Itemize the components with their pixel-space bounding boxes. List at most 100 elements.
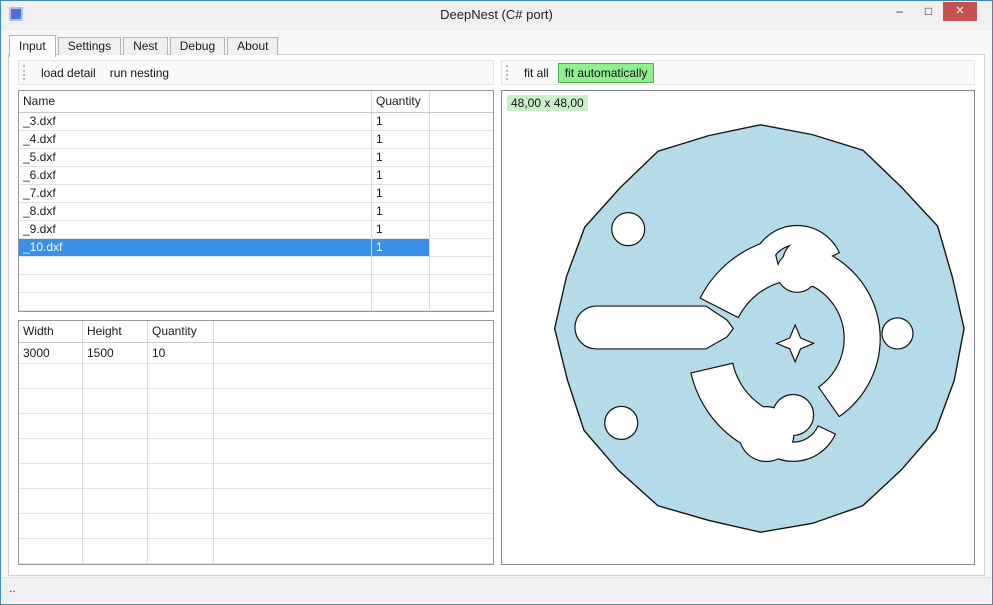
sheets-table-empty-row[interactable]: [19, 489, 493, 514]
sheets-header-height[interactable]: Height: [83, 321, 148, 342]
sheets-table-empty-row[interactable]: [19, 439, 493, 464]
cell-c-fill: [430, 311, 493, 312]
cell-s-h: [83, 514, 148, 538]
cell-s-h: [83, 389, 148, 413]
sheets-table-empty-row[interactable]: [19, 539, 493, 564]
sheets-table-empty-row[interactable]: [19, 414, 493, 439]
parts-table: Name Quantity _3.dxf1_4.dxf1_5.dxf1_6.dx…: [18, 90, 494, 312]
fit-all-button[interactable]: fit all: [517, 63, 556, 83]
parts-table-empty-row[interactable]: [19, 275, 493, 293]
cell-c-qty: 1: [372, 131, 430, 148]
parts-table-row[interactable]: _5.dxf1: [19, 149, 493, 167]
cell-s-h: [83, 414, 148, 438]
cell-c-name: _7.dxf: [19, 185, 372, 202]
cell-s-w: [19, 539, 83, 563]
cell-c-fill: [214, 514, 493, 538]
cell-s-h: [83, 564, 148, 565]
parts-table-row[interactable]: _9.dxf1: [19, 221, 493, 239]
cell-s-w: [19, 464, 83, 488]
parts-table-row[interactable]: _4.dxf1: [19, 131, 493, 149]
cell-c-fill: [430, 149, 493, 166]
left-toolbar: load detail run nesting: [18, 60, 494, 85]
cell-c-fill: [430, 167, 493, 184]
parts-table-row[interactable]: _8.dxf1: [19, 203, 493, 221]
cell-c-fill: [430, 239, 493, 256]
cell-c-name: [19, 293, 372, 310]
left-pane: load detail run nesting Name Quantity _3…: [18, 60, 494, 567]
tab-nest[interactable]: Nest: [123, 37, 168, 55]
cell-c-fill: [214, 439, 493, 463]
parts-header-filler: [430, 91, 493, 112]
cell-s-h: [83, 439, 148, 463]
parts-table-row[interactable]: _6.dxf1: [19, 167, 493, 185]
tab-about[interactable]: About: [227, 37, 278, 55]
minimize-button[interactable]: –: [885, 2, 914, 21]
parts-table-empty-row[interactable]: [19, 257, 493, 275]
cell-c-fill: [430, 293, 493, 310]
right-toolbar: fit all fit automatically: [501, 60, 975, 85]
parts-table-body: _3.dxf1_4.dxf1_5.dxf1_6.dxf1_7.dxf1_8.dx…: [19, 113, 493, 312]
cell-c-qty: 1: [372, 113, 430, 130]
cell-s-q: [148, 464, 214, 488]
parts-table-row[interactable]: _10.dxf1: [19, 239, 493, 257]
sheets-table-body: 3000150010: [19, 343, 493, 565]
cell-c-name: _5.dxf: [19, 149, 372, 166]
parts-header-quantity[interactable]: Quantity: [372, 91, 430, 112]
cell-s-h: [83, 539, 148, 563]
cell-s-w: [19, 414, 83, 438]
sheets-table-empty-row[interactable]: [19, 564, 493, 565]
cell-c-name: _10.dxf: [19, 239, 372, 256]
cell-c-fill: [214, 414, 493, 438]
cell-c-qty: 1: [372, 203, 430, 220]
cell-c-name: _3.dxf: [19, 113, 372, 130]
sheets-table-empty-row[interactable]: [19, 389, 493, 414]
cell-c-name: [19, 311, 372, 312]
sheets-table-header: Width Height Quantity: [19, 321, 493, 343]
cell-s-w: [19, 514, 83, 538]
cell-c-fill: [430, 203, 493, 220]
parts-table-empty-row[interactable]: [19, 311, 493, 312]
sheets-table-empty-row[interactable]: [19, 514, 493, 539]
preview-canvas[interactable]: 48,00 x 48,00: [501, 90, 975, 565]
cell-s-w: [19, 439, 83, 463]
maximize-button[interactable]: □: [914, 2, 943, 21]
tab-input[interactable]: Input: [9, 35, 56, 57]
close-button[interactable]: ✕: [943, 2, 977, 21]
sheets-header-quantity[interactable]: Quantity: [148, 321, 214, 342]
cell-c-name: _9.dxf: [19, 221, 372, 238]
window-title: DeepNest (C# port): [1, 7, 992, 22]
cell-s-q: [148, 514, 214, 538]
sheets-header-width[interactable]: Width: [19, 321, 83, 342]
cell-c-qty: [372, 293, 430, 310]
load-detail-button[interactable]: load detail: [34, 63, 103, 83]
cell-s-q: [148, 364, 214, 388]
cell-c-fill: [214, 364, 493, 388]
status-text: ..: [2, 578, 991, 598]
part-preview-svg: [502, 91, 974, 564]
fit-automatically-button[interactable]: fit automatically: [558, 63, 655, 83]
sheets-table-empty-row[interactable]: [19, 464, 493, 489]
cell-c-qty: 1: [372, 221, 430, 238]
tab-settings[interactable]: Settings: [58, 37, 121, 55]
toolbar-grip-icon: [23, 65, 28, 80]
sheets-table-empty-row[interactable]: [19, 364, 493, 389]
parts-header-name[interactable]: Name: [19, 91, 372, 112]
parts-table-row[interactable]: _3.dxf1: [19, 113, 493, 131]
sheet-dimension-label: 48,00 x 48,00: [507, 95, 588, 111]
right-pane: fit all fit automatically: [501, 60, 975, 567]
cell-c-fill: [214, 489, 493, 513]
cell-c-qty: 1: [372, 167, 430, 184]
tab-debug[interactable]: Debug: [170, 37, 225, 55]
cell-c-fill: [430, 113, 493, 130]
parts-table-empty-row[interactable]: [19, 293, 493, 311]
cell-c-name: [19, 257, 372, 274]
tab-strip: Input Settings Nest Debug About: [9, 34, 280, 55]
cell-c-fill: [430, 257, 493, 274]
cell-s-h: [83, 464, 148, 488]
parts-table-row[interactable]: _7.dxf1: [19, 185, 493, 203]
cell-s-q: [148, 439, 214, 463]
sheets-header-filler: [214, 321, 493, 342]
cell-c-name: _6.dxf: [19, 167, 372, 184]
run-nesting-button[interactable]: run nesting: [103, 63, 176, 83]
sheets-table-row[interactable]: 3000150010: [19, 343, 493, 364]
